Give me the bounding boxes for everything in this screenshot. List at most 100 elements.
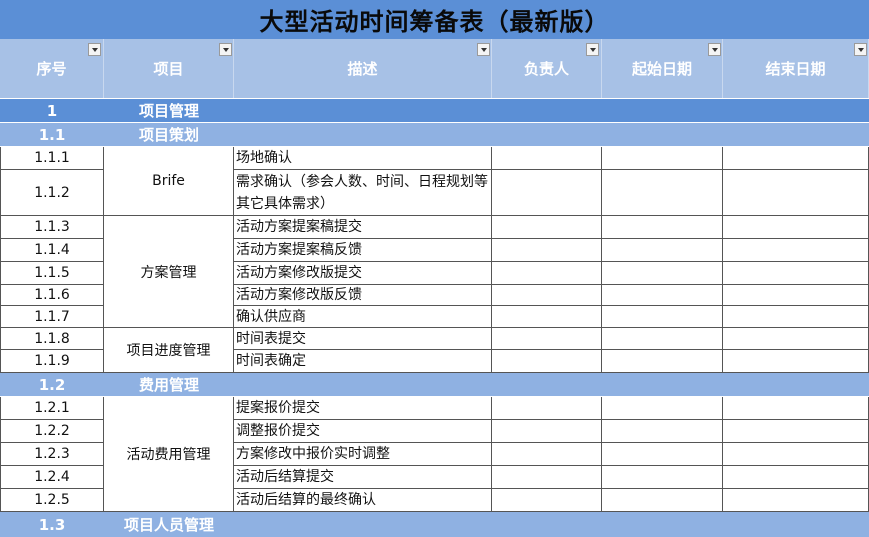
start-date-cell[interactable]: [602, 216, 723, 239]
owner-cell[interactable]: [492, 397, 602, 420]
description-cell[interactable]: 时间表提交: [234, 328, 492, 350]
filter-dropdown-icon[interactable]: [586, 43, 599, 56]
item-group-cell[interactable]: Brife: [104, 147, 234, 216]
header-label: 负责人: [523, 60, 569, 78]
end-date-cell[interactable]: [723, 147, 869, 170]
owner-cell[interactable]: [492, 239, 602, 262]
end-date-cell[interactable]: [723, 397, 869, 420]
start-date-cell[interactable]: [602, 170, 723, 216]
start-date-cell[interactable]: [602, 239, 723, 262]
owner-cell[interactable]: [492, 350, 602, 373]
owner-cell[interactable]: [492, 170, 602, 216]
start-date-cell[interactable]: [602, 147, 723, 170]
header-desc: 描述: [234, 39, 492, 98]
owner-cell[interactable]: [492, 489, 602, 512]
owner-cell[interactable]: [492, 328, 602, 350]
row-number-cell[interactable]: 1.1.4: [0, 239, 104, 262]
description-cell[interactable]: 活动方案修改版反馈: [234, 285, 492, 306]
row-number-cell[interactable]: 1.2.4: [0, 466, 104, 489]
description-cell[interactable]: 活动后结算的最终确认: [234, 489, 492, 512]
filter-dropdown-icon[interactable]: [854, 43, 867, 56]
end-date-cell[interactable]: [723, 306, 869, 328]
header-start-date: 起始日期: [602, 39, 723, 98]
owner-cell[interactable]: [492, 443, 602, 466]
owner-cell[interactable]: [492, 285, 602, 306]
description-cell[interactable]: 确认供应商: [234, 306, 492, 328]
subsection-row[interactable]: 1.3 项目人员管理: [0, 512, 869, 537]
end-date-cell[interactable]: [723, 285, 869, 306]
row-number-cell[interactable]: 1.2.1: [0, 397, 104, 420]
owner-cell[interactable]: [492, 262, 602, 285]
header-label: 描述: [347, 60, 378, 78]
description-cell[interactable]: 提案报价提交: [234, 397, 492, 420]
description-cell[interactable]: 活动方案修改版提交: [234, 262, 492, 285]
owner-cell[interactable]: [492, 466, 602, 489]
header-label: 序号: [36, 60, 67, 78]
row-number-cell[interactable]: 1.2.2: [0, 420, 104, 443]
description-cell[interactable]: 活动方案提案稿反馈: [234, 239, 492, 262]
start-date-cell[interactable]: [602, 420, 723, 443]
owner-cell[interactable]: [492, 216, 602, 239]
end-date-cell[interactable]: [723, 328, 869, 350]
end-date-cell[interactable]: [723, 239, 869, 262]
end-date-cell[interactable]: [723, 170, 869, 216]
header-label: 起始日期: [631, 60, 692, 78]
filter-dropdown-icon[interactable]: [477, 43, 490, 56]
row-number-cell[interactable]: 1.1.3: [0, 216, 104, 239]
end-date-cell[interactable]: [723, 443, 869, 466]
owner-cell[interactable]: [492, 420, 602, 443]
filter-dropdown-icon[interactable]: [219, 43, 232, 56]
end-date-cell[interactable]: [723, 489, 869, 512]
row-number-cell[interactable]: 1.1.2: [0, 170, 104, 216]
subsection-name: 费用管理: [138, 376, 199, 394]
start-date-cell[interactable]: [602, 328, 723, 350]
start-date-cell[interactable]: [602, 262, 723, 285]
filter-dropdown-icon[interactable]: [88, 43, 101, 56]
end-date-cell[interactable]: [723, 216, 869, 239]
start-date-cell[interactable]: [602, 489, 723, 512]
subsection-number: 1.3: [38, 515, 66, 534]
row-number-cell[interactable]: 1.1.9: [0, 350, 104, 373]
start-date-cell[interactable]: [602, 350, 723, 373]
item-group-cell[interactable]: 活动费用管理: [104, 397, 234, 512]
start-date-cell[interactable]: [602, 306, 723, 328]
start-date-cell[interactable]: [602, 443, 723, 466]
description-cell[interactable]: 需求确认（参会人数、时间、日程规划等其它具体需求）: [234, 170, 492, 216]
end-date-cell[interactable]: [723, 466, 869, 489]
sheet-title: 大型活动时间筹备表（最新版）: [0, 0, 869, 39]
subsection-row[interactable]: 1.1 项目策划: [0, 123, 869, 146]
start-date-cell[interactable]: [602, 466, 723, 489]
row-number-cell[interactable]: 1.2.5: [0, 489, 104, 512]
header-label: 结束日期: [765, 60, 826, 78]
row-number-cell[interactable]: 1.2.3: [0, 443, 104, 466]
spreadsheet: 大型活动时间筹备表（最新版） 序号 项目 描述 负责人 起始日期 结束日期 1 …: [0, 0, 869, 537]
description-cell[interactable]: 方案修改中报价实时调整: [234, 443, 492, 466]
filter-dropdown-icon[interactable]: [708, 43, 721, 56]
subsection-number: 1.1: [38, 125, 66, 144]
description-cell[interactable]: 场地确认: [234, 147, 492, 170]
row-number-cell[interactable]: 1.1.8: [0, 328, 104, 350]
row-number-cell[interactable]: 1.1.5: [0, 262, 104, 285]
description-cell[interactable]: 活动后结算提交: [234, 466, 492, 489]
row-number-cell[interactable]: 1.1.7: [0, 306, 104, 328]
end-date-cell[interactable]: [723, 420, 869, 443]
description-cell[interactable]: 时间表确定: [234, 350, 492, 373]
description-cell[interactable]: 调整报价提交: [234, 420, 492, 443]
item-group-cell[interactable]: 项目进度管理: [104, 328, 234, 373]
section-number: 1: [46, 101, 58, 120]
header-owner: 负责人: [492, 39, 602, 98]
row-number-cell[interactable]: 1.1.1: [0, 147, 104, 170]
row-number-cell[interactable]: 1.1.6: [0, 285, 104, 306]
section-name: 项目管理: [138, 102, 199, 120]
owner-cell[interactable]: [492, 306, 602, 328]
end-date-cell[interactable]: [723, 350, 869, 373]
subsection-row[interactable]: 1.2 费用管理: [0, 373, 869, 396]
start-date-cell[interactable]: [602, 397, 723, 420]
item-group-cell[interactable]: 方案管理: [104, 216, 234, 328]
header-label: 项目: [153, 60, 184, 78]
description-cell[interactable]: 活动方案提案稿提交: [234, 216, 492, 239]
end-date-cell[interactable]: [723, 262, 869, 285]
start-date-cell[interactable]: [602, 285, 723, 306]
section-row[interactable]: 1 项目管理: [0, 99, 869, 122]
owner-cell[interactable]: [492, 147, 602, 170]
